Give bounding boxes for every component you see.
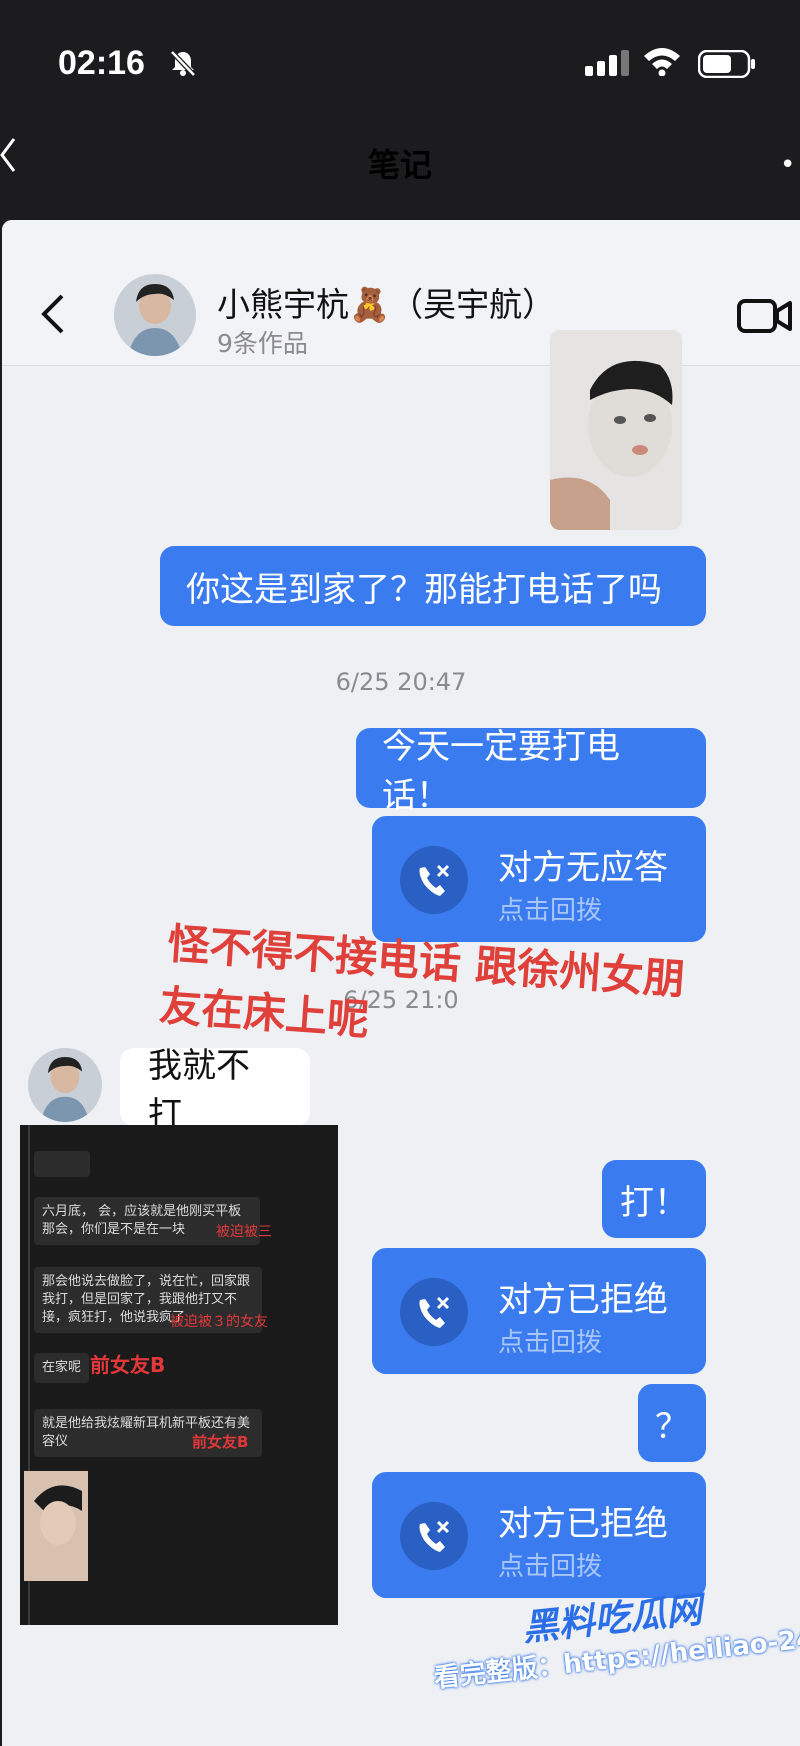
- incoming-message: 我就不打: [120, 1046, 310, 1135]
- embedded-photo: [24, 1471, 88, 1581]
- call-redial[interactable]: 点击回拨: [498, 890, 602, 927]
- call-status: 对方已拒绝: [498, 1504, 668, 1544]
- call-redial[interactable]: 点击回拨: [498, 1546, 602, 1583]
- call-declined-icon: [400, 846, 468, 914]
- video-call-icon[interactable]: [737, 296, 793, 340]
- contact-subtitle: 9条作品: [217, 329, 308, 358]
- wifi-icon: [642, 46, 682, 80]
- declined-call-card[interactable]: 对方已拒绝 点击回拨: [372, 1472, 706, 1598]
- mute-bell-icon: [168, 48, 198, 82]
- timestamp: 6/25 20:47: [335, 668, 467, 696]
- chat-back-icon[interactable]: [40, 292, 66, 340]
- call-status: 对方已拒绝: [498, 1280, 668, 1320]
- annotation-label: 前女友B: [90, 1353, 166, 1377]
- outgoing-message: 打！: [602, 1160, 706, 1238]
- outgoing-message: 今天一定要打电话！: [356, 727, 706, 816]
- contact-avatar[interactable]: [28, 1048, 102, 1122]
- call-status: 对方无应答: [498, 848, 668, 888]
- battery-icon: [697, 49, 756, 82]
- page-title: 笔记: [367, 146, 432, 184]
- call-declined-icon: [400, 1502, 468, 1570]
- contact-avatar[interactable]: [114, 274, 196, 356]
- embedded-chat-screenshot[interactable]: 六月底， 会，应该就是他刚买平板那会，你们是不是在一块 被迫被三 那会他说去做脸…: [20, 1125, 338, 1625]
- cellular-signal-icon: [585, 50, 631, 80]
- annotation-label: 前女友B: [192, 1433, 249, 1451]
- overlay-caption: 友在床上呢: [157, 980, 371, 1045]
- outgoing-message: ？: [638, 1384, 706, 1462]
- annotation-label: 被迫被３的女友: [170, 1314, 268, 1330]
- status-time: 02:16: [58, 44, 145, 82]
- sent-photo[interactable]: [550, 330, 682, 530]
- missed-call-card[interactable]: 对方无应答 点击回拨: [372, 816, 706, 942]
- embedded-message: 在家呢: [34, 1353, 90, 1383]
- embedded-message: [34, 1151, 90, 1177]
- declined-call-card[interactable]: 对方已拒绝 点击回拨: [372, 1248, 706, 1374]
- chat-screenshot: 小熊宇杭🧸（吴宇航） 9条作品 你这是到家了？那能打电话了吗 6/25 20:4…: [2, 220, 800, 1746]
- more-icon[interactable]: •: [780, 150, 795, 180]
- annotation-label: 被迫被三: [216, 1224, 272, 1240]
- status-bar: 02:16: [0, 0, 800, 120]
- contact-name: 小熊宇杭🧸（吴宇航）: [217, 285, 556, 324]
- call-redial[interactable]: 点击回拨: [498, 1322, 602, 1359]
- outgoing-message: 你这是到家了？那能打电话了吗: [160, 546, 706, 626]
- call-declined-icon: [400, 1278, 468, 1346]
